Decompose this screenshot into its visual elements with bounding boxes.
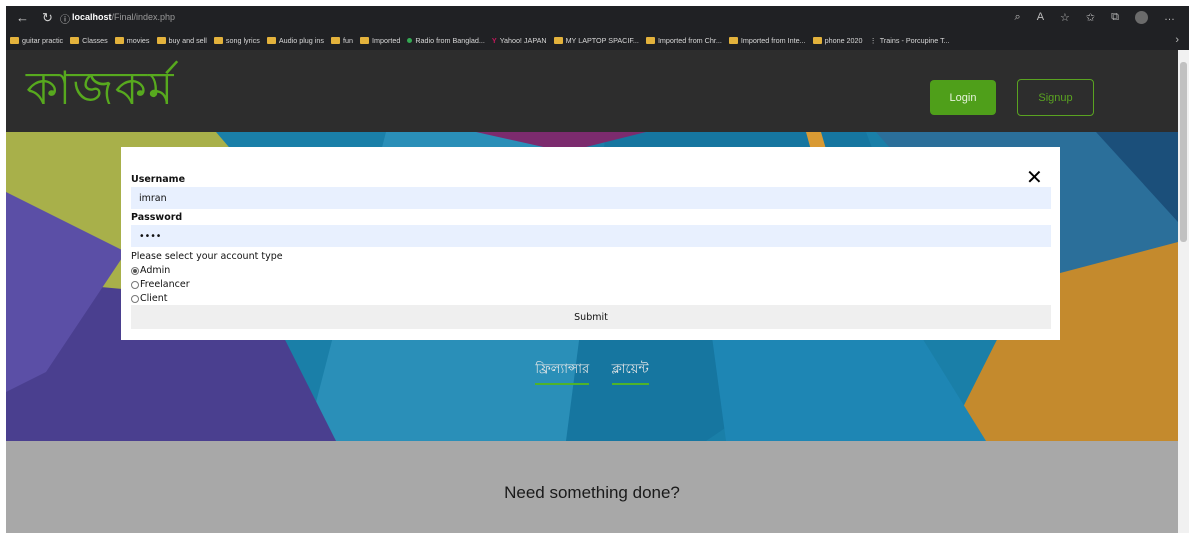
radio-admin[interactable]: Admin xyxy=(131,265,170,276)
radio-icon xyxy=(407,37,413,43)
bookmark-label: fun xyxy=(342,35,353,45)
bookmark-item[interactable]: Imported from Chr... xyxy=(645,35,722,45)
browser-toolbar: ← ↻ ⓘ localhost/Final/index.php ⌕ A ☆ ✩ … xyxy=(6,6,1189,30)
submit-button[interactable]: Submit xyxy=(131,305,1051,329)
bookmark-item[interactable]: Imported from Inte... xyxy=(728,35,806,45)
address-bar[interactable]: localhost/Final/index.php xyxy=(72,12,175,22)
page-scrollbar[interactable] xyxy=(1178,50,1189,533)
password-field[interactable] xyxy=(131,225,1051,247)
scrollbar-thumb[interactable] xyxy=(1180,62,1187,242)
folder-icon xyxy=(156,36,166,44)
signup-button[interactable]: Signup xyxy=(1017,79,1094,116)
profile-avatar[interactable] xyxy=(1135,11,1148,24)
bookmark-label: movies xyxy=(126,35,150,45)
bookmark-item[interactable]: buy and sell xyxy=(156,35,207,45)
bookmarks-overflow-icon[interactable]: › xyxy=(1175,34,1179,46)
folder-icon xyxy=(266,36,276,44)
folder-icon xyxy=(213,36,223,44)
browser-window: ← ↻ ⓘ localhost/Final/index.php ⌕ A ☆ ✩ … xyxy=(6,6,1189,533)
bookmark-label: Trains - Porcupine T... xyxy=(879,35,950,45)
username-field[interactable] xyxy=(131,187,1051,209)
bookmark-item[interactable]: MY LAPTOP SPACIF... xyxy=(553,35,639,45)
account-type-prompt: Please select your account type xyxy=(131,251,283,262)
login-modal: ✕ Username Password Please select your a… xyxy=(121,147,1060,340)
bookmark-label: Imported xyxy=(371,35,401,45)
folder-icon xyxy=(10,36,19,44)
bookmark-label: MY LAPTOP SPACIF... xyxy=(565,35,639,45)
bookmark-label: Yahoo! JAPAN xyxy=(499,35,547,45)
need-something-section: Need something done? xyxy=(6,441,1178,533)
folder-icon xyxy=(114,36,124,44)
bookmark-item[interactable]: song lyrics xyxy=(213,35,260,45)
browser-actions: ⌕ A ☆ ✩ ⧉ … xyxy=(1015,11,1175,24)
bookmark-label: Imported from Chr... xyxy=(657,35,722,45)
url-host: localhost xyxy=(72,12,112,22)
bookmark-label: phone 2020 xyxy=(824,35,863,45)
bookmark-label: Radio from Banglad... xyxy=(415,35,485,45)
more-menu-icon[interactable]: … xyxy=(1164,11,1175,24)
bookmark-item[interactable]: ⋮ Trains - Porcupine T... xyxy=(870,36,950,45)
section-title: Need something done? xyxy=(504,483,680,502)
bookmark-item[interactable]: Radio from Banglad... xyxy=(407,36,485,45)
back-icon[interactable]: ← xyxy=(16,10,29,25)
folder-icon xyxy=(553,36,563,44)
password-label: Password xyxy=(131,212,183,223)
bookmark-label: Classes xyxy=(82,35,108,45)
bookmark-label: Audio plug ins xyxy=(278,35,324,45)
login-button[interactable]: Login xyxy=(930,80,996,115)
bookmark-item[interactable]: Imported xyxy=(359,35,401,45)
collections-icon[interactable]: ⧉ xyxy=(1111,11,1119,24)
bookmark-label: buy and sell xyxy=(168,35,207,45)
site-header: কাজকর্ম Login Signup xyxy=(6,50,1178,132)
bookmarks-bar: guitar practic Classes movies buy and sell s… xyxy=(6,30,1189,50)
radio-freelancer-indicator[interactable] xyxy=(131,280,139,289)
radio-freelancer[interactable]: Freelancer xyxy=(131,279,190,290)
radio-client-label: Client xyxy=(140,293,168,304)
favorites-icon[interactable]: ✩ xyxy=(1086,11,1095,24)
favorite-star-icon[interactable]: ☆ xyxy=(1060,11,1070,24)
client-link[interactable]: ক্লায়েন্ট xyxy=(611,360,649,385)
radio-admin-label: Admin xyxy=(140,265,171,276)
folder-icon xyxy=(812,36,822,44)
refresh-icon[interactable]: ↻ xyxy=(42,10,53,26)
bookmark-item[interactable]: movies xyxy=(114,35,150,45)
bookmark-item[interactable]: Classes xyxy=(70,36,108,45)
folder-icon xyxy=(330,36,340,44)
bookmark-label: Imported from Inte... xyxy=(740,35,806,45)
site-logo[interactable]: কাজকর্ম xyxy=(26,54,174,130)
folder-icon xyxy=(359,36,369,44)
radio-client-indicator[interactable] xyxy=(131,294,139,303)
close-icon[interactable]: ✕ xyxy=(1026,167,1043,187)
folder-icon xyxy=(645,36,655,44)
radio-client[interactable]: Client xyxy=(131,293,168,304)
url-path: /Final/index.php xyxy=(111,12,176,22)
bookmark-item[interactable]: fun xyxy=(330,35,353,45)
info-icon[interactable]: ⓘ xyxy=(60,11,70,26)
read-aloud-icon[interactable]: A xyxy=(1037,11,1044,24)
bookmark-item[interactable]: phone 2020 xyxy=(812,35,863,45)
zoom-icon[interactable]: ⌕ xyxy=(1015,11,1021,24)
bookmark-item[interactable]: guitar practic xyxy=(10,36,63,45)
folder-icon xyxy=(728,36,738,44)
train-icon: ⋮ xyxy=(869,35,877,45)
folder-icon xyxy=(70,36,80,44)
yahoo-icon: Y xyxy=(491,35,497,45)
radio-admin-indicator[interactable] xyxy=(131,266,139,275)
hero-links: ফ্রিল্যান্সার ক্লায়েন্ট xyxy=(6,360,1178,385)
username-label: Username xyxy=(131,174,186,185)
bookmark-label: guitar practic xyxy=(22,35,64,45)
freelancer-link[interactable]: ফ্রিল্যান্সার xyxy=(535,360,590,385)
bookmark-label: song lyrics xyxy=(225,35,260,45)
bookmark-item[interactable]: Y Yahoo! JAPAN xyxy=(492,36,547,45)
radio-freelancer-label: Freelancer xyxy=(140,279,190,290)
bookmark-item[interactable]: Audio plug ins xyxy=(266,35,324,45)
